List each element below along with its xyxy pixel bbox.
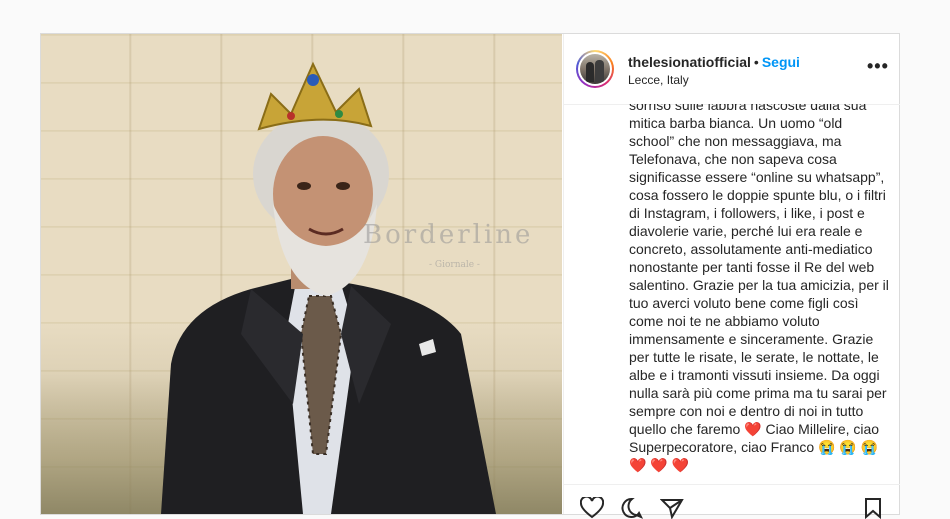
bookmark-icon[interactable] xyxy=(863,497,883,519)
avatar-frame xyxy=(578,52,612,86)
caption-scroll-area[interactable]: sorriso sulle labbra nascoste dalla sua … xyxy=(629,104,891,479)
watermark-text: Borderline xyxy=(363,220,534,250)
location-link[interactable]: Lecce, Italy xyxy=(628,73,689,87)
separator-dot: • xyxy=(753,54,759,70)
follow-button[interactable]: Segui xyxy=(762,54,800,70)
instagram-post: Borderline - Giornale - thelesionatioffi… xyxy=(40,33,900,519)
profile-avatar[interactable] xyxy=(576,50,614,88)
comment-icon[interactable] xyxy=(620,497,644,519)
avatar-person-left xyxy=(586,62,594,82)
avatar-person-right xyxy=(595,60,604,82)
avatar-image xyxy=(580,54,610,84)
username-link[interactable]: thelesionatiofficial xyxy=(628,54,751,70)
post-photo[interactable]: Borderline - Giornale - xyxy=(41,34,562,514)
more-options-icon[interactable]: ••• xyxy=(867,56,889,77)
header-user-line: thelesionatiofficial • Segui xyxy=(628,54,800,70)
share-icon[interactable] xyxy=(660,497,684,519)
caption-text: sorriso sulle labbra nascoste dalla sua … xyxy=(629,104,889,473)
post-header: thelesionatiofficial • Segui Lecce, Italy … xyxy=(564,34,900,105)
heart-icon[interactable] xyxy=(580,497,604,519)
post-sidebar: thelesionatiofficial • Segui Lecce, Italy … xyxy=(563,34,900,519)
man-with-crown-illustration xyxy=(161,61,496,514)
watermark-subtext: - Giornale - xyxy=(429,260,480,270)
